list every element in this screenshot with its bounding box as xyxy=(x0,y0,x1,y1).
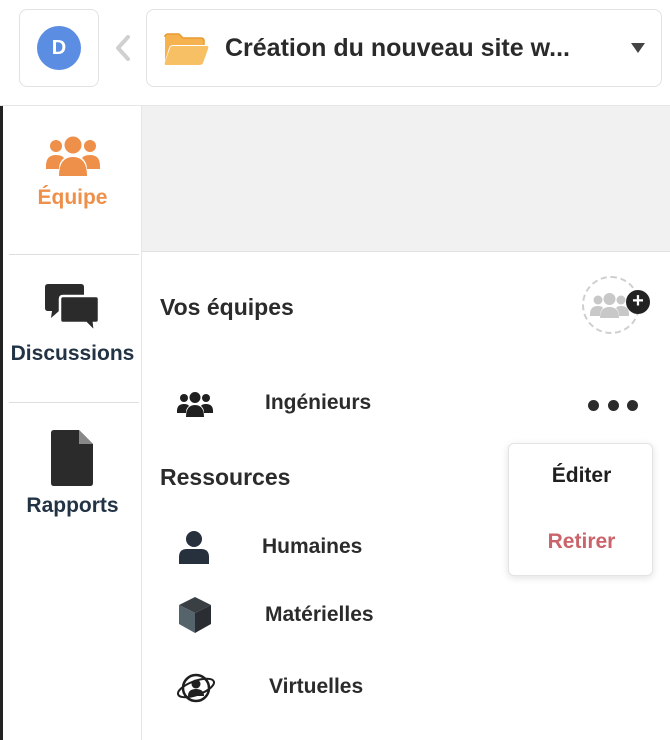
teams-section-title: Vos équipes xyxy=(160,294,294,320)
sidebar-item-rapports[interactable]: Rapports xyxy=(3,430,142,518)
resource-item-virtuelles[interactable]: Virtuelles xyxy=(269,675,363,699)
sidebar-item-equipe[interactable]: Équipe xyxy=(3,136,142,210)
chevron-left-icon[interactable] xyxy=(112,34,134,62)
cube-icon xyxy=(179,597,211,638)
sidebar-divider xyxy=(9,254,139,255)
project-selector[interactable]: Création du nouveau site w... xyxy=(146,9,662,87)
sidebar-divider xyxy=(9,402,139,403)
resources-section-title: Ressources xyxy=(160,464,291,490)
resource-item-materielles[interactable]: Matérielles xyxy=(265,603,374,627)
avatar: D xyxy=(37,26,81,70)
chat-bubbles-icon xyxy=(44,284,100,334)
remove-menu-item[interactable]: Retirer xyxy=(509,530,654,554)
team-icon xyxy=(177,392,213,423)
sidebar-item-label: Discussions xyxy=(10,342,135,365)
caret-down-icon[interactable] xyxy=(631,43,645,53)
document-icon xyxy=(50,430,93,486)
app-root: D Création du nouveau site w... Équipe D… xyxy=(0,0,670,740)
add-team-button[interactable]: + xyxy=(582,276,650,334)
person-icon xyxy=(179,531,209,569)
resource-item-humaines[interactable]: Humaines xyxy=(262,535,362,559)
sidebar-item-label: Rapports xyxy=(26,494,119,517)
team-name-label[interactable]: Ingénieurs xyxy=(265,391,371,415)
project-title: Création du nouveau site w... xyxy=(225,34,570,62)
team-options-menu: Éditer Retirer xyxy=(508,443,653,576)
sidebar-item-label: Équipe xyxy=(37,186,108,209)
sidebar: Équipe Discussions Rapports xyxy=(0,106,142,740)
edit-menu-item[interactable]: Éditer xyxy=(509,464,654,488)
folder-icon xyxy=(163,31,209,67)
sidebar-item-discussions[interactable]: Discussions xyxy=(3,282,142,366)
virtual-person-icon xyxy=(176,668,216,713)
top-bar: D Création du nouveau site w... xyxy=(0,0,670,106)
content-header-band xyxy=(142,106,670,252)
plus-icon: + xyxy=(626,290,650,314)
more-options-icon[interactable] xyxy=(588,396,638,414)
user-avatar-button[interactable]: D xyxy=(19,9,99,87)
team-icon xyxy=(45,136,100,176)
